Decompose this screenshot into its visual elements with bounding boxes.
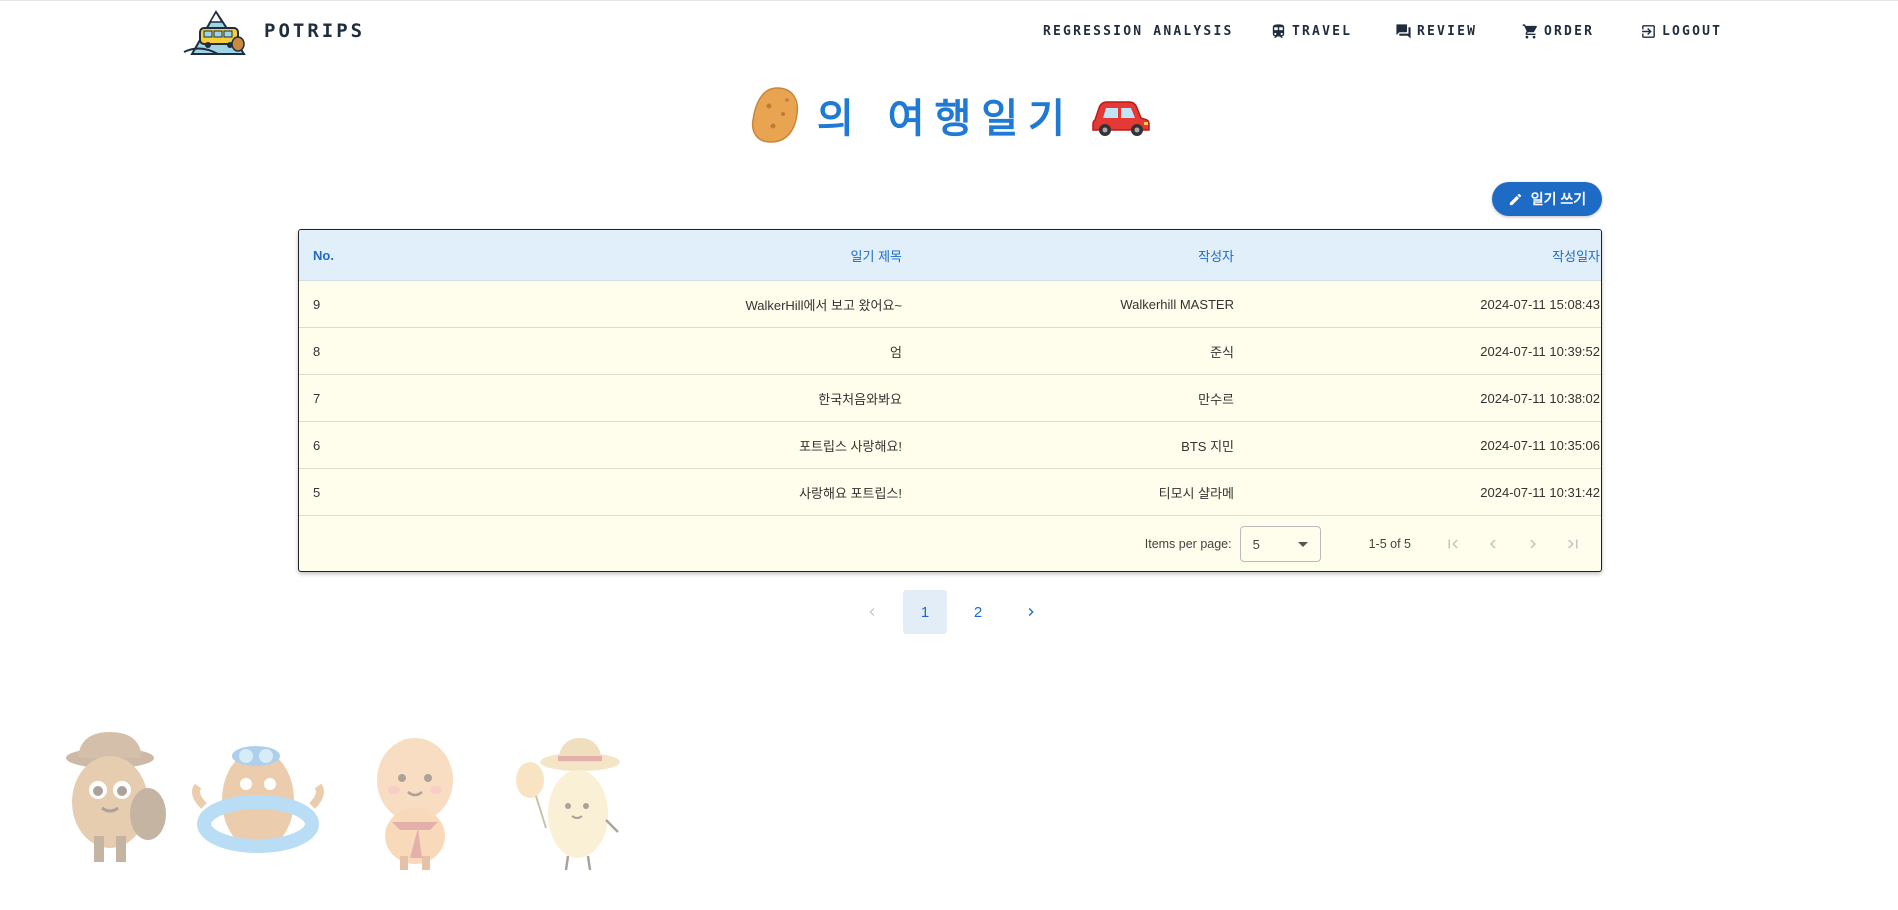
write-diary-button[interactable]: 일기 쓰기 — [1492, 182, 1602, 216]
cell-title[interactable]: 사랑해요 포트립스! — [599, 483, 902, 502]
items-per-page-label: Items per page: — [1144, 537, 1232, 551]
table-row[interactable]: 9 WalkerHill에서 보고 왔어요~ Walkerhill MASTER… — [299, 281, 1601, 328]
cell-no: 7 — [313, 390, 321, 406]
brand[interactable]: POTRIPS — [180, 4, 365, 58]
straw-hat-potato-icon — [516, 738, 620, 871]
header-author[interactable]: 작성자 — [902, 246, 1234, 265]
chevron-left-icon — [869, 608, 875, 616]
cell-date: 2024-07-11 10:31:42 — [1480, 484, 1600, 500]
cell-date: 2024-07-11 10:38:02 — [1480, 390, 1600, 406]
first-page-icon — [1448, 539, 1458, 549]
items-per-page-value: 5 — [1252, 536, 1260, 552]
cell-title[interactable]: 엄 — [599, 342, 902, 361]
explorer-potato-icon — [66, 732, 166, 862]
cell-title[interactable]: 포트립스 사랑해요! — [599, 436, 902, 455]
train-icon — [1272, 23, 1285, 38]
pager-previous-button[interactable] — [850, 590, 894, 634]
chat-icon — [1396, 23, 1411, 39]
cell-title[interactable]: WalkerHill에서 보고 왔어요~ — [599, 295, 902, 314]
page-title: 의 여행일기 — [0, 80, 1898, 150]
cell-no: 5 — [313, 484, 321, 500]
nav-label: REGRESSION ANALYSIS — [1043, 23, 1234, 39]
cell-date: 2024-07-11 15:08:43 — [1480, 296, 1600, 312]
diary-table: No. 일기 제목 작성자 작성일자 9 WalkerHill에서 보고 왔어요… — [298, 229, 1602, 572]
pager-page-2[interactable]: 2 — [956, 590, 1000, 634]
logout-icon — [1642, 24, 1655, 38]
cart-icon — [1522, 23, 1537, 39]
swimmer-potato-icon — [192, 746, 324, 853]
nav-logout[interactable]: LOGOUT — [1640, 18, 1722, 44]
table-header: No. 일기 제목 작성자 작성일자 — [299, 230, 1601, 281]
cell-author: Walkerhill MASTER — [1120, 296, 1234, 312]
scarf-potato-icon — [377, 738, 453, 870]
header-no[interactable]: No. — [299, 248, 599, 263]
last-page-icon — [1568, 539, 1578, 549]
chevron-right-icon — [1028, 608, 1034, 616]
cell-date: 2024-07-11 10:39:52 — [1480, 343, 1600, 359]
pager-next-button[interactable] — [1009, 590, 1053, 634]
dropdown-arrow-icon — [1297, 541, 1308, 547]
first-page-button[interactable] — [1433, 524, 1473, 564]
header-date[interactable]: 작성일자 — [1234, 246, 1600, 265]
items-per-page-select[interactable]: 5 — [1239, 526, 1321, 562]
cell-no: 6 — [313, 437, 321, 453]
previous-page-button[interactable] — [1473, 524, 1513, 564]
write-diary-label: 일기 쓰기 — [1530, 191, 1587, 207]
cell-title[interactable]: 한국처음와봐요 — [599, 389, 902, 408]
table-row[interactable]: 8 엄 준식 2024-07-11 10:39:52 — [299, 328, 1601, 375]
cell-no: 9 — [313, 296, 321, 312]
nav-review[interactable]: REVIEW — [1395, 18, 1477, 44]
nav-order[interactable]: ORDER — [1522, 18, 1594, 44]
page-title-text: 의 여행일기 — [817, 96, 1075, 142]
cell-author: 만수르 — [1198, 391, 1234, 407]
next-page-button[interactable] — [1513, 524, 1553, 564]
potato-mascots-image — [66, 732, 620, 871]
chevron-left-icon — [1490, 539, 1496, 549]
cell-author: BTS 지민 — [1181, 438, 1234, 454]
brand-name: POTRIPS — [264, 20, 366, 42]
top-divider — [0, 0, 1898, 1]
nav-label: TRAVEL — [1292, 23, 1353, 39]
cell-date: 2024-07-11 10:35:06 — [1480, 437, 1600, 453]
table-row[interactable]: 5 사랑해요 포트립스! 티모시 샬라메 2024-07-11 10:31:42 — [299, 469, 1601, 516]
cell-no: 8 — [313, 343, 321, 359]
table-paginator: Items per page: 5 1-5 of 5 — [299, 516, 1601, 571]
cell-author: 준식 — [1210, 344, 1234, 360]
bus-logo-icon — [183, 10, 246, 55]
last-page-button[interactable] — [1553, 524, 1593, 564]
table-row[interactable]: 7 한국처음와봐요 만수르 2024-07-11 10:38:02 — [299, 375, 1601, 422]
nav-travel[interactable]: TRAVEL — [1270, 18, 1352, 44]
potato-icon — [751, 87, 799, 143]
chevron-right-icon — [1530, 539, 1536, 549]
page-pagination: 1 2 — [850, 590, 1053, 634]
car-icon — [1092, 101, 1150, 136]
range-label: 1-5 of 5 — [1368, 537, 1411, 551]
header-title[interactable]: 일기 제목 — [599, 246, 902, 265]
table-row[interactable]: 6 포트립스 사랑해요! BTS 지민 2024-07-11 10:35:06 — [299, 422, 1601, 469]
pencil-icon — [1509, 193, 1521, 205]
nav-regression-analysis[interactable]: REGRESSION ANALYSIS — [1043, 18, 1234, 44]
nav-label: LOGOUT — [1662, 23, 1723, 39]
nav-label: REVIEW — [1417, 23, 1478, 39]
pager-page-1[interactable]: 1 — [903, 590, 947, 634]
cell-author: 티모시 샬라메 — [1158, 485, 1234, 501]
nav-label: ORDER — [1544, 23, 1595, 39]
